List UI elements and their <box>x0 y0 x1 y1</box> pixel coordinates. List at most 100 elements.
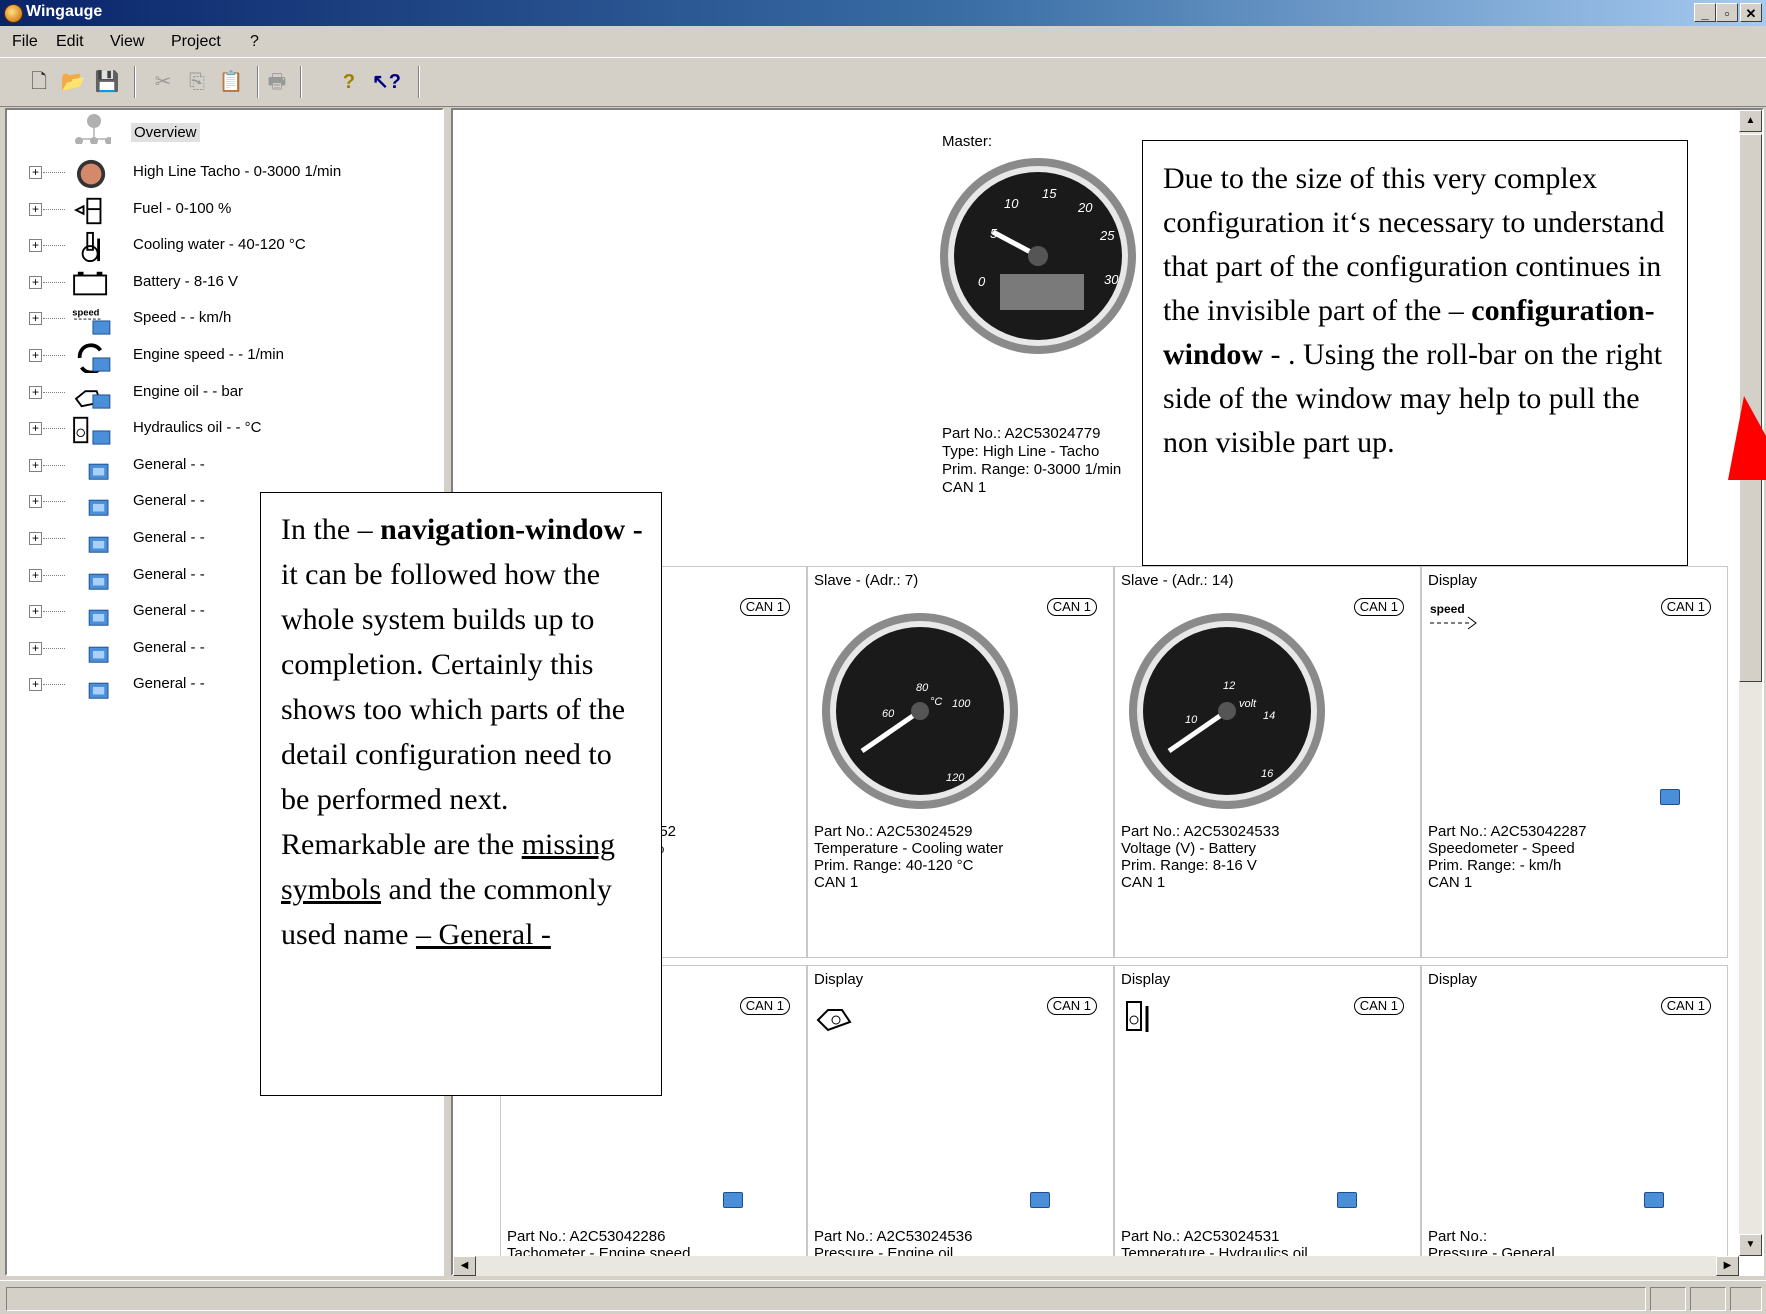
tree-item-label[interactable]: General - - <box>133 492 205 509</box>
help-icon[interactable]: ? <box>336 69 362 95</box>
monitor-icon <box>1030 1192 1050 1208</box>
status-cell-3 <box>1730 1287 1762 1311</box>
scroll-left-button[interactable]: ◀ <box>453 1256 476 1276</box>
expand-icon[interactable]: + <box>29 385 42 399</box>
card-info-line: Prim. Range: 8-16 V <box>1121 857 1257 874</box>
master-tick-5: 5 <box>990 226 998 241</box>
tree-root[interactable]: Overview <box>7 114 437 152</box>
app-icon[interactable] <box>4 4 23 23</box>
menu-project[interactable]: Project <box>171 33 221 51</box>
monitor-icon <box>1337 1192 1357 1208</box>
title-bar: Wingauge _ ▫ ✕ <box>0 0 1766 26</box>
tree-item[interactable]: + Engine speed - - 1/min <box>7 339 437 373</box>
expand-icon[interactable]: + <box>29 641 42 655</box>
save-icon[interactable]: 💾 <box>94 69 120 95</box>
card-title: Slave - (Adr.: 7) <box>814 572 919 589</box>
expand-icon[interactable]: + <box>29 605 42 619</box>
master-label: Master: <box>942 133 993 150</box>
restore-button[interactable]: ▫ <box>1716 3 1738 22</box>
menu-file[interactable]: File <box>12 33 38 51</box>
tree-item-label[interactable]: General - - <box>133 566 205 583</box>
device-card[interactable]: Slave - (Adr.: 14) CAN 1 10 12 14 16 volt Part … <box>1114 566 1421 958</box>
tree-item-label[interactable]: Battery - 8-16 V <box>133 273 238 290</box>
tree-item-label[interactable]: General - - <box>133 529 205 546</box>
can-badge: CAN 1 <box>1660 598 1711 616</box>
tree-item[interactable]: + Hydraulics oil - - °C <box>7 412 437 446</box>
cut-icon[interactable]: ✂ <box>150 69 176 95</box>
vertical-scrollbar[interactable]: ▲ ▼ <box>1739 110 1762 1256</box>
tree-item-label[interactable]: Cooling water - 40-120 °C <box>133 236 306 253</box>
tree-item-label[interactable]: Engine speed - - 1/min <box>133 346 284 363</box>
expand-icon[interactable]: + <box>29 239 42 253</box>
context-help-icon[interactable]: ↖? <box>372 69 401 95</box>
tree-item-label[interactable]: General - - <box>133 675 205 692</box>
status-cell-1 <box>1650 1287 1686 1311</box>
device-card[interactable]: Slave - (Adr.: 7) CAN 1 60 80 100 °C 120 Part N… <box>807 566 1114 958</box>
expand-icon[interactable]: + <box>29 349 42 362</box>
menu-edit[interactable]: Edit <box>56 33 84 51</box>
tree-item-label[interactable]: Speed - - km/h <box>133 309 231 326</box>
new-icon[interactable]: 🗋 <box>26 69 52 95</box>
print-icon[interactable]: 🖶 <box>264 69 290 95</box>
scroll-up-button[interactable]: ▲ <box>1739 110 1762 132</box>
card-info-line: Speedometer - Speed <box>1428 840 1575 857</box>
tree-item[interactable]: + speed Speed - - km/h <box>7 302 437 336</box>
tree-item-label[interactable]: Fuel - 0-100 % <box>133 200 231 217</box>
callout-configuration: Due to the size of this very complex con… <box>1142 140 1688 566</box>
gauge-tick: volt <box>1239 698 1257 710</box>
paste-icon[interactable]: 📋 <box>218 69 244 95</box>
device-card[interactable]: Display CAN 1 Part No.: Pressure - General <box>1421 965 1728 1274</box>
card-info-line: Part No.: <box>1428 1228 1488 1245</box>
expand-icon[interactable]: + <box>29 532 42 545</box>
menu-help[interactable]: ? <box>250 33 259 51</box>
expand-icon[interactable]: + <box>29 495 42 509</box>
expand-icon[interactable]: + <box>29 458 42 472</box>
tree-item[interactable]: + High Line Tacho - 0-3000 1/min <box>7 156 437 190</box>
tree-item-label[interactable]: General - - <box>133 602 205 619</box>
svg-text:speed: speed <box>1430 602 1465 616</box>
close-button[interactable]: ✕ <box>1740 3 1762 22</box>
master-info: Part No.: A2C53024779 Type: High Line - … <box>942 425 1121 497</box>
svg-text:speed: speed <box>72 307 99 318</box>
speed-icon: speed <box>1430 602 1477 630</box>
expand-icon[interactable]: + <box>29 275 42 289</box>
tree-item-label[interactable]: General - - <box>133 639 205 656</box>
battery-icon <box>73 271 108 296</box>
tree-item-label[interactable]: Hydraulics oil - - °C <box>133 419 262 436</box>
tree-item[interactable]: + Fuel - 0-100 % <box>7 193 437 227</box>
monitor-icon <box>88 683 109 700</box>
tree-item[interactable]: + Engine oil - - bar <box>7 376 437 410</box>
card-title: Slave - (Adr.: 14) <box>1121 572 1234 589</box>
menu-view[interactable]: View <box>110 33 144 51</box>
master-gauge[interactable]: 5 10 15 20 25 30 0 <box>938 156 1138 356</box>
copy-icon[interactable]: ⎘ <box>184 69 210 95</box>
expand-icon[interactable]: + <box>29 166 42 179</box>
scroll-down-button[interactable]: ▼ <box>1739 1234 1762 1256</box>
tree-item-label[interactable]: High Line Tacho - 0-3000 1/min <box>133 163 341 180</box>
expand-icon[interactable]: + <box>29 312 42 326</box>
toolbar: 🗋 📂 💾 ✂ ⎘ 📋 🖶 ? ↖? <box>0 57 1766 107</box>
tree-root-label[interactable]: Overview <box>131 123 200 142</box>
device-card[interactable]: Display CAN 1 Part No.: A2C53024536 Pressur… <box>807 965 1114 1274</box>
expand-icon[interactable]: + <box>29 568 42 582</box>
engine-speed-icon <box>77 343 111 373</box>
oil-can-icon <box>816 1009 852 1032</box>
hydraulic-oil-icon <box>1126 1001 1149 1032</box>
temperature-icon <box>81 232 100 263</box>
device-card[interactable]: Display CAN 1 speed Part No.: A2C53042287 Sp… <box>1421 566 1728 958</box>
tree-item-label[interactable]: General - - <box>133 456 205 473</box>
monitor-icon <box>88 500 109 517</box>
monitor-icon <box>88 609 109 626</box>
minimize-button[interactable]: _ <box>1694 3 1716 22</box>
open-icon[interactable]: 📂 <box>60 69 86 95</box>
expand-icon[interactable]: + <box>29 422 42 436</box>
scroll-right-button[interactable]: ▶ <box>1716 1256 1739 1276</box>
device-card[interactable]: Display CAN 1 Part No.: A2C53024531 Tempera… <box>1114 965 1421 1274</box>
horizontal-scrollbar[interactable]: ◀ ▶ <box>453 1256 1739 1276</box>
tree-item[interactable]: + Cooling water - 40-120 °C <box>7 229 437 263</box>
expand-icon[interactable]: + <box>29 202 42 216</box>
tree-item-label[interactable]: Engine oil - - bar <box>133 383 243 400</box>
expand-icon[interactable]: + <box>29 678 42 692</box>
tree-item[interactable]: + General - - <box>7 449 437 483</box>
tree-item[interactable]: + Battery - 8-16 V <box>7 266 437 300</box>
